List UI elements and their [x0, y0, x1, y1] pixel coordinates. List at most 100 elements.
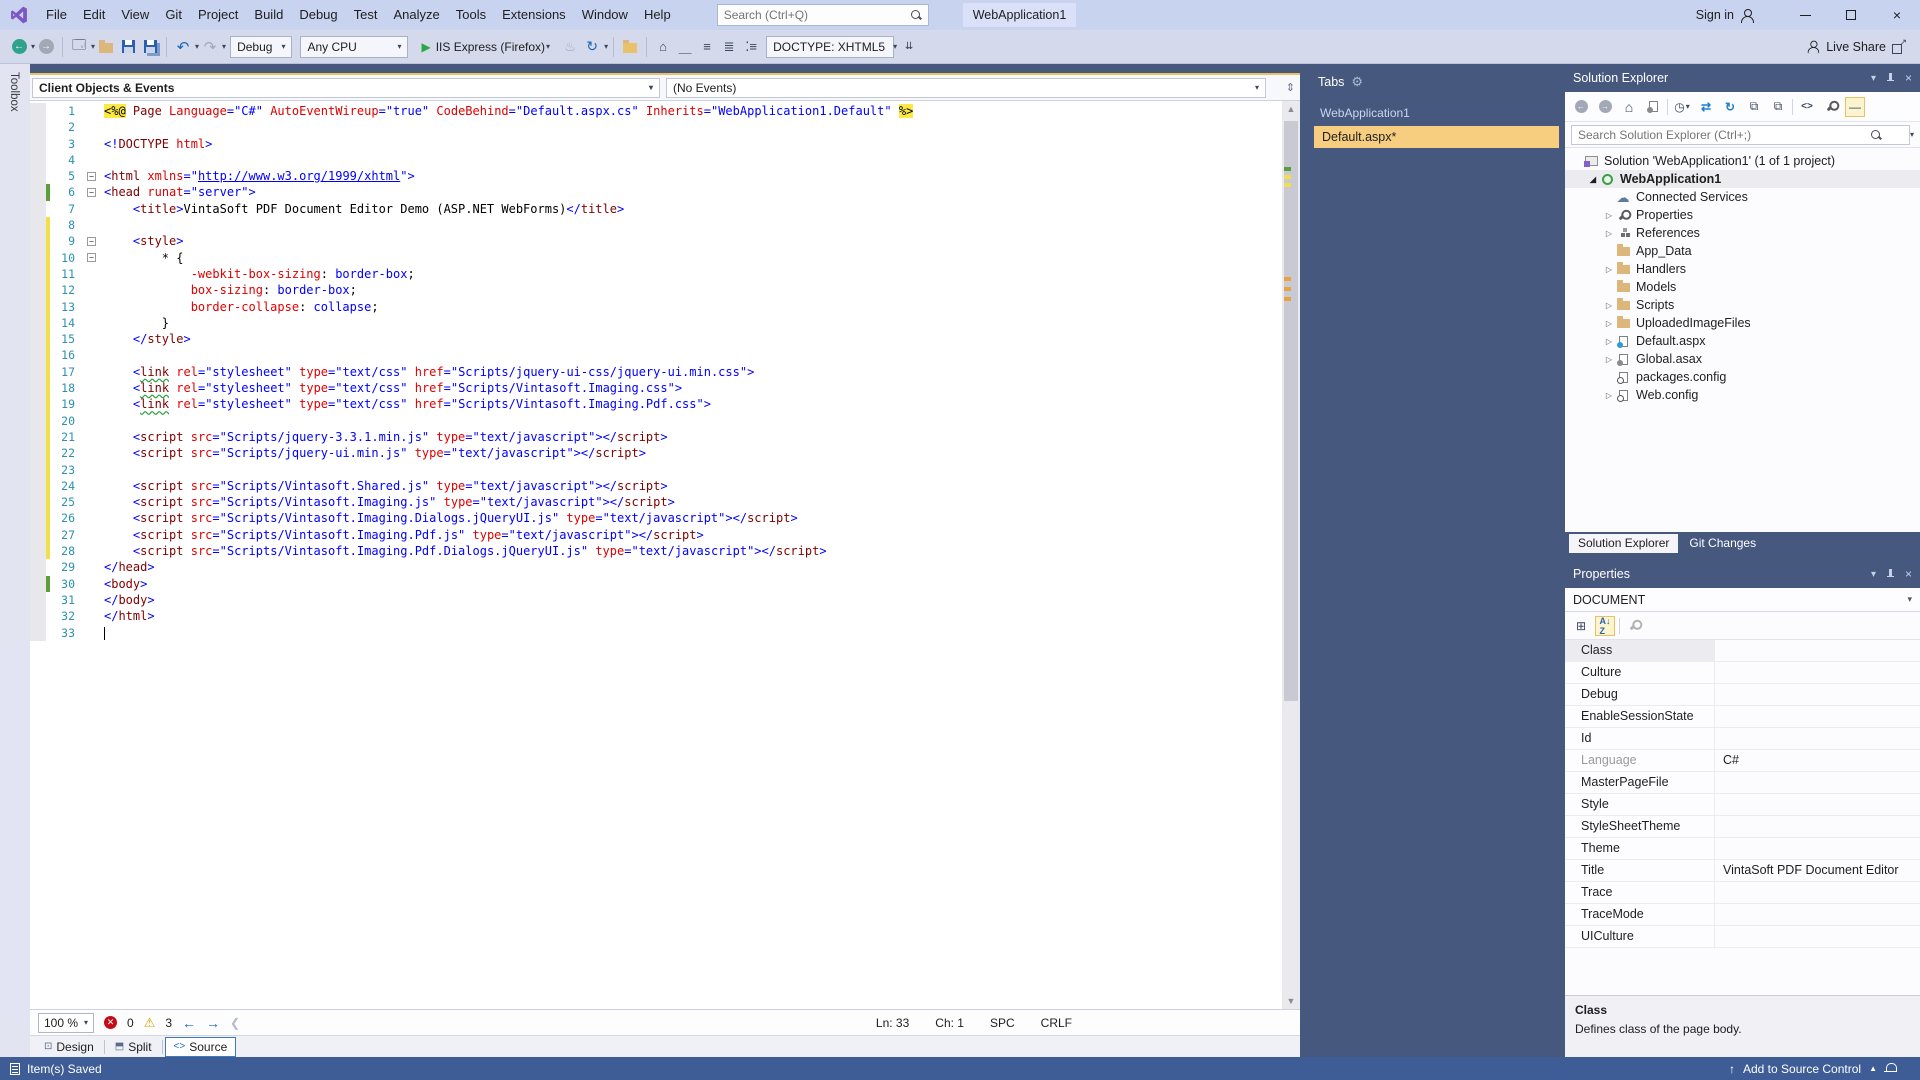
- tree-item-global-asax[interactable]: ▷Global.asax: [1565, 350, 1920, 368]
- property-row-tracemode[interactable]: TraceMode: [1565, 904, 1920, 926]
- code-text[interactable]: [104, 413, 1282, 429]
- property-row-culture[interactable]: Culture: [1565, 662, 1920, 684]
- menu-file[interactable]: File: [38, 0, 75, 30]
- fold-margin[interactable]: [82, 413, 104, 429]
- fold-margin[interactable]: [82, 152, 104, 168]
- code-text[interactable]: <!DOCTYPE html>: [104, 136, 1282, 152]
- code-text[interactable]: <link rel="stylesheet" type="text/css" h…: [104, 396, 1282, 412]
- fold-margin[interactable]: [82, 119, 104, 135]
- fold-margin[interactable]: −: [82, 233, 104, 249]
- expander-icon[interactable]: ▷: [1603, 319, 1615, 328]
- add-to-source-control[interactable]: Add to Source Control: [1743, 1062, 1861, 1076]
- breakpoint-margin[interactable]: [30, 608, 46, 624]
- menu-window[interactable]: Window: [574, 0, 636, 30]
- tree-item-web-config[interactable]: ▷Web.config: [1565, 386, 1920, 404]
- breakpoint-margin[interactable]: [30, 559, 46, 575]
- tree-item-packages-config[interactable]: packages.config: [1565, 368, 1920, 386]
- property-row-enablesessionstate[interactable]: EnableSessionState: [1565, 706, 1920, 728]
- breakpoint-margin[interactable]: [30, 462, 46, 478]
- eol-indicator[interactable]: CRLF: [1041, 1016, 1072, 1030]
- document-tab-default-aspx[interactable]: Default.aspx*: [1314, 126, 1559, 148]
- code-text[interactable]: <title>VintaSoft PDF Document Editor Dem…: [104, 201, 1282, 217]
- breakpoint-margin[interactable]: [30, 315, 46, 331]
- breakpoint-margin[interactable]: [30, 103, 46, 119]
- code-text[interactable]: [104, 152, 1282, 168]
- fold-margin[interactable]: [82, 592, 104, 608]
- breakpoint-margin[interactable]: [30, 576, 46, 592]
- preview-selected-items-icon[interactable]: —: [1845, 97, 1865, 117]
- fold-margin[interactable]: [82, 136, 104, 152]
- gear-icon[interactable]: ⚙: [1351, 74, 1363, 90]
- property-pages-icon[interactable]: [1624, 616, 1644, 636]
- view-tab-source[interactable]: <>Source: [165, 1037, 237, 1057]
- code-area[interactable]: 1<%@ Page Language="C#" AutoEventWireup=…: [30, 101, 1300, 1009]
- new-project-icon[interactable]: 🗔: [69, 37, 89, 57]
- quick-search-box[interactable]: [717, 4, 929, 26]
- expander-icon[interactable]: ▷: [1603, 355, 1615, 364]
- expander-icon[interactable]: ▷: [1603, 301, 1615, 310]
- property-row-theme[interactable]: Theme: [1565, 838, 1920, 860]
- solution-search-input[interactable]: [1571, 125, 1910, 145]
- warning-count[interactable]: 3: [165, 1016, 172, 1030]
- types-dropdown[interactable]: Client Objects & Events▾: [32, 78, 660, 98]
- code-text[interactable]: <link rel="stylesheet" type="text/css" h…: [104, 364, 1282, 380]
- code-text[interactable]: [104, 625, 1282, 641]
- fold-margin[interactable]: [82, 576, 104, 592]
- window-menu-icon[interactable]: ▾: [1871, 569, 1876, 580]
- scroll-up-icon[interactable]: ▲: [1282, 101, 1300, 117]
- collapse-icon[interactable]: −: [87, 237, 96, 246]
- code-text[interactable]: <script src="Scripts/jquery-3.3.1.min.js…: [104, 429, 1282, 445]
- breakpoint-margin[interactable]: [30, 478, 46, 494]
- categorized-icon[interactable]: ⊞: [1571, 616, 1591, 636]
- tree-item-solution-webapplication1-1-of-1-project-[interactable]: Solution 'WebApplication1' (1 of 1 proje…: [1565, 152, 1920, 170]
- code-text[interactable]: <%@ Page Language="C#" AutoEventWireup="…: [104, 103, 1282, 119]
- live-share-button[interactable]: Live Share: [1806, 40, 1906, 54]
- save-all-icon[interactable]: [140, 37, 160, 57]
- space-indicator[interactable]: SPC: [990, 1016, 1015, 1030]
- fold-margin[interactable]: [82, 331, 104, 347]
- breakpoint-margin[interactable]: [30, 217, 46, 233]
- refresh-icon[interactable]: ↻: [582, 37, 602, 57]
- menu-view[interactable]: View: [113, 0, 157, 30]
- breakpoint-margin[interactable]: [30, 331, 46, 347]
- fold-margin[interactable]: [82, 217, 104, 233]
- home-icon[interactable]: ⌂: [1619, 97, 1639, 117]
- fold-margin[interactable]: [82, 282, 104, 298]
- undo-icon[interactable]: ↶: [173, 37, 193, 57]
- code-text[interactable]: </style>: [104, 331, 1282, 347]
- breakpoint-margin[interactable]: [30, 364, 46, 380]
- menu-analyze[interactable]: Analyze: [385, 0, 447, 30]
- tree-item-app-data[interactable]: App_Data: [1565, 242, 1920, 260]
- notifications-bell-icon[interactable]: [1885, 1063, 1896, 1075]
- property-value[interactable]: [1715, 882, 1920, 903]
- code-text[interactable]: * {: [104, 250, 1282, 266]
- close-icon[interactable]: ×: [1905, 567, 1912, 581]
- collapse-icon[interactable]: −: [87, 253, 96, 262]
- error-count[interactable]: 0: [127, 1016, 134, 1030]
- show-all-files-icon[interactable]: ⧉: [1768, 97, 1788, 117]
- fold-margin[interactable]: [82, 396, 104, 412]
- fold-margin[interactable]: −: [82, 184, 104, 200]
- code-text[interactable]: <body>: [104, 576, 1282, 592]
- window-menu-icon[interactable]: ▾: [1871, 73, 1876, 84]
- breakpoint-margin[interactable]: [30, 136, 46, 152]
- column-indicator[interactable]: Ch: 1: [935, 1016, 964, 1030]
- code-text[interactable]: </body>: [104, 592, 1282, 608]
- back-icon[interactable]: ←: [1571, 97, 1591, 117]
- property-value[interactable]: [1715, 728, 1920, 749]
- fold-margin[interactable]: [82, 103, 104, 119]
- underscore-icon[interactable]: ＿: [675, 37, 695, 57]
- properties-wrench-icon[interactable]: [1821, 97, 1841, 117]
- pin-icon[interactable]: [1886, 73, 1895, 84]
- navigate-back-icon[interactable]: ←: [9, 37, 29, 57]
- fold-margin[interactable]: [82, 380, 104, 396]
- fold-margin[interactable]: [82, 608, 104, 624]
- menu-test[interactable]: Test: [346, 0, 386, 30]
- tree-item-properties[interactable]: ▷Properties: [1565, 206, 1920, 224]
- property-row-style[interactable]: Style: [1565, 794, 1920, 816]
- forward-icon[interactable]: →: [1595, 97, 1615, 117]
- fold-margin[interactable]: [82, 364, 104, 380]
- sign-in-button[interactable]: Sign in: [1696, 8, 1754, 22]
- nav-forward-arrow-icon[interactable]: →: [206, 1015, 220, 1031]
- breakpoint-margin[interactable]: [30, 152, 46, 168]
